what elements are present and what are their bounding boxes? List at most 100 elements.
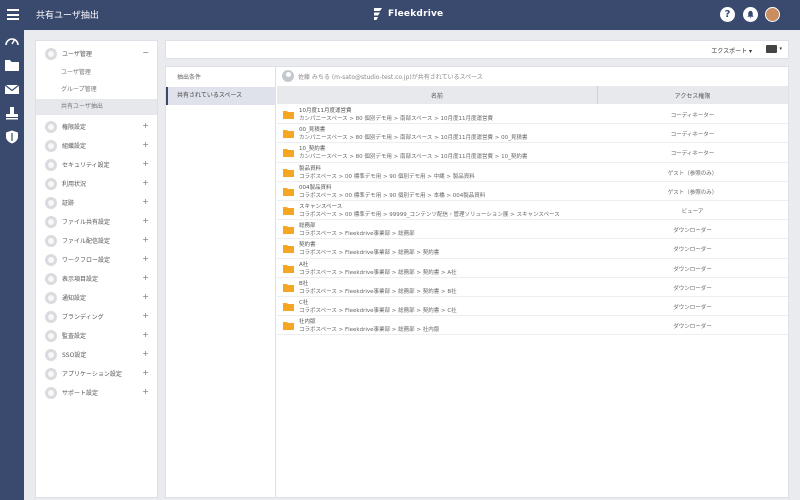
folder-name[interactable]: 10_契約書: [299, 144, 325, 152]
sidebar-item-notification-settings[interactable]: 通知設定 +: [36, 288, 157, 307]
table-row[interactable]: 製品資料 コラボスペース > 00 標準デモ用 > 90 個別デモ用 > 中縄 …: [277, 163, 788, 182]
user-avatar[interactable]: [765, 7, 780, 22]
folder-path: コラボスペース > Fleekdrive事業部 > 総務部 > 契約書 > C社: [299, 307, 457, 314]
condition-extraction[interactable]: 抽出条件: [166, 69, 275, 87]
folder-menu-button[interactable]: ▾: [766, 45, 782, 53]
table-row[interactable]: C社 コラボスペース > Fleekdrive事業部 > 総務部 > 契約書 >…: [277, 297, 788, 317]
sidebar-item-branding[interactable]: ブランディング +: [36, 307, 157, 326]
folder-name[interactable]: 00_見積書: [299, 125, 325, 133]
expand-icon[interactable]: +: [142, 216, 149, 225]
expand-icon[interactable]: +: [142, 330, 149, 339]
stamp-icon[interactable]: [4, 106, 20, 120]
folder-name[interactable]: 社内版: [299, 317, 316, 325]
support-icon: [45, 386, 57, 399]
folder-name[interactable]: 10月度11月度運営費: [299, 106, 352, 114]
mail-icon[interactable]: [4, 82, 20, 96]
expand-icon[interactable]: +: [142, 254, 149, 263]
folder-name[interactable]: A社: [299, 260, 308, 268]
export-button[interactable]: エクスポート ▾: [711, 46, 752, 55]
sidebar-item-security-settings[interactable]: セキュリティ設定 +: [36, 155, 157, 174]
folder-icon: [283, 283, 294, 292]
expand-icon[interactable]: +: [142, 311, 149, 320]
expand-icon[interactable]: +: [142, 235, 149, 244]
bell-icon[interactable]: [743, 7, 758, 22]
sidebar-item-file-sharing-settings[interactable]: ファイル共有設定 +: [36, 212, 157, 231]
sidebar-item-label: SSO設定: [62, 352, 87, 359]
expand-icon[interactable]: +: [142, 368, 149, 377]
access-level: ダウンローダー: [673, 247, 712, 254]
folder-name[interactable]: 製品資料: [299, 164, 321, 172]
folder-icon: [283, 264, 294, 273]
access-level: ダウンローダー: [673, 266, 712, 273]
expand-icon[interactable]: +: [142, 140, 149, 149]
expand-icon[interactable]: +: [142, 121, 149, 130]
folder-name[interactable]: C社: [299, 298, 308, 306]
sidebar-subitem-shared-user-extraction[interactable]: 共有ユーザ抽出: [36, 99, 157, 115]
sidebar-subitem-user-management[interactable]: ユーザ管理: [36, 65, 157, 81]
shield-icon[interactable]: [4, 130, 20, 144]
table-row[interactable]: 契約書 コラボスペース > Fleekdrive事業部 > 総務部 > 契約書 …: [277, 239, 788, 259]
owner-info: 佐藤 みちる (m-sato@studio-test.co.jp)が共有されてい…: [277, 67, 788, 85]
folder-name[interactable]: 契約書: [299, 240, 316, 248]
folder-icon: [766, 45, 778, 53]
folder-icon: [283, 206, 294, 215]
expand-icon[interactable]: +: [142, 387, 149, 396]
folder-path: コラボスペース > Fleekdrive事業部 > 総務部 > 契約書 > A社: [299, 269, 457, 276]
sidebar-item-monitoring-settings[interactable]: 監査設定 +: [36, 326, 157, 345]
sidebar-item-application-settings[interactable]: アプリケーション設定 +: [36, 364, 157, 383]
sidebar-item-usage[interactable]: 利用状況 +: [36, 174, 157, 193]
table-row[interactable]: B社 コラボスペース > Fleekdrive事業部 > 総務部 > 契約書 >…: [277, 278, 788, 297]
table-row[interactable]: 社内版 コラボスペース > Fleekdrive事業部 > 総務部 > 社内版 …: [277, 316, 788, 336]
hamburger-menu-icon[interactable]: [7, 9, 19, 20]
table-row[interactable]: 10_契約書 カンパニースペース > 80 個別デモ用 > 南部スペース > 1…: [277, 143, 788, 163]
folder-path: コラボスペース > 00 標準デモ用 > 99999_コンテンツ配信・管理ソリュ…: [299, 211, 560, 218]
folder-icon[interactable]: [4, 58, 20, 72]
sidebar-item-user-management[interactable]: ユーザ管理 −: [36, 44, 157, 63]
table-row[interactable]: 総務部 コラボスペース > Fleekdrive事業部 > 総務部 ダウンローダ…: [277, 220, 788, 240]
notification-icon: [45, 291, 57, 304]
expand-icon[interactable]: +: [142, 178, 149, 187]
dashboard-icon[interactable]: [4, 34, 20, 48]
folder-name[interactable]: スキャンスペース: [299, 202, 342, 210]
help-icon[interactable]: ?: [720, 7, 735, 22]
sidebar-item-label: アプリケーション設定: [62, 371, 122, 378]
table-row[interactable]: スキャンスペース コラボスペース > 00 標準デモ用 > 99999_コンテン…: [277, 201, 788, 221]
expand-icon[interactable]: +: [142, 273, 149, 282]
expand-icon[interactable]: +: [142, 197, 149, 206]
table-row[interactable]: 00_見積書 カンパニースペース > 80 個別デモ用 > 南部スペース > 1…: [277, 124, 788, 144]
folder-icon: [283, 245, 294, 254]
organization-icon: [45, 139, 57, 152]
sidebar-item-audit-trail[interactable]: 証跡 +: [36, 193, 157, 212]
sidebar-item-workflow-settings[interactable]: ワークフロー設定 +: [36, 250, 157, 269]
table-row[interactable]: A社 コラボスペース > Fleekdrive事業部 > 総務部 > 契約書 >…: [277, 259, 788, 278]
workflow-icon: [45, 253, 57, 266]
folder-icon: [283, 226, 294, 235]
access-level: ダウンローダー: [673, 304, 712, 311]
folder-path: コラボスペース > 00 標準デモ用 > 90 個別デモ用 > 中縄 > 製品資…: [299, 173, 475, 180]
folder-name[interactable]: 004製品資料: [299, 183, 332, 191]
condition-shared-spaces[interactable]: 共有されているスペース: [166, 87, 275, 105]
branding-icon: [45, 310, 57, 323]
sidebar-item-permission-settings[interactable]: 権限設定 +: [36, 117, 157, 136]
folder-name[interactable]: 総務部: [299, 221, 316, 229]
sidebar-item-label: 権限設定: [62, 124, 87, 131]
settings-sidebar: ユーザ管理 − ユーザ管理 グループ管理 共有ユーザ抽出 権限設定 + 組織設定…: [35, 40, 158, 498]
sidebar-item-sso-settings[interactable]: SSO設定 +: [36, 345, 157, 364]
access-level: ダウンローダー: [673, 285, 712, 292]
column-header-access[interactable]: アクセス権限: [597, 91, 788, 100]
sidebar-item-label: 証跡: [62, 200, 75, 207]
sidebar-item-organization-settings[interactable]: 組織設定 +: [36, 136, 157, 155]
sidebar-item-display-field-settings[interactable]: 表示項目設定 +: [36, 269, 157, 288]
expand-icon[interactable]: +: [142, 292, 149, 301]
expand-icon[interactable]: +: [142, 349, 149, 358]
table-row[interactable]: 004製品資料 コラボスペース > 00 標準デモ用 > 90 個別デモ用 > …: [277, 182, 788, 201]
folder-icon: [283, 302, 294, 311]
folder-name[interactable]: B社: [299, 279, 308, 287]
sidebar-item-support-settings[interactable]: サポート設定 +: [36, 383, 157, 402]
sidebar-subitem-group-management[interactable]: グループ管理: [36, 82, 157, 98]
expand-icon[interactable]: +: [142, 159, 149, 168]
collapse-icon[interactable]: −: [142, 48, 149, 57]
table-row[interactable]: 10月度11月度運営費 カンパニースペース > 80 個別デモ用 > 南部スペー…: [277, 105, 788, 125]
column-header-name[interactable]: 名前: [277, 91, 597, 100]
sidebar-item-file-delivery-settings[interactable]: ファイル配信設定 +: [36, 231, 157, 250]
